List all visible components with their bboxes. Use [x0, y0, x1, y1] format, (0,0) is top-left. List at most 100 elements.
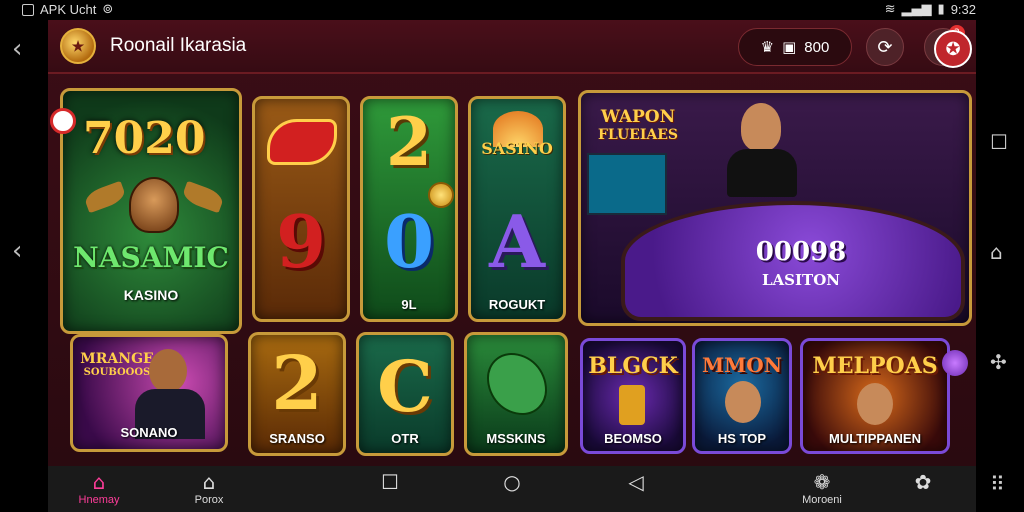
live-title-2: FLUEIAES	[597, 127, 679, 143]
genie-character	[129, 177, 179, 233]
reel-tile-3[interactable]: SASINO A ROGUKT	[468, 96, 566, 322]
home-outline-icon[interactable]: ⌂	[990, 240, 1003, 264]
featured-title: NASAMIC	[73, 241, 229, 274]
nav-promo[interactable]: ❁ Moroeni	[792, 470, 852, 506]
reel1-glyph: 9	[275, 199, 327, 284]
reel2-label: 9L	[401, 297, 417, 312]
leaf-icon	[487, 353, 547, 415]
clock: 9:32	[950, 2, 976, 17]
reel2-glyph: 0	[383, 199, 435, 284]
game-tile-small-4[interactable]: MSSKINS	[464, 332, 568, 456]
purple-chip-decor	[942, 350, 968, 376]
nav-second[interactable]: ⌂ Porox	[184, 470, 234, 506]
cherry-symbol	[267, 119, 337, 165]
game-tile-small-6[interactable]: MMON HS TOP	[692, 338, 792, 454]
app-title: Roonail Ikarasia	[110, 35, 247, 56]
sync-icon: ⊚	[102, 2, 114, 17]
app-logo[interactable]: ★	[60, 28, 96, 64]
signal-icon: ▂▄▆	[901, 2, 932, 17]
back-chevron-icon[interactable]: ‹	[12, 34, 22, 64]
live-table-tile[interactable]: WAPON FLUEIAES 00098 LASITON	[578, 90, 972, 326]
live-sub: LASITON	[762, 271, 840, 289]
coin-icon: ▣	[782, 38, 797, 56]
prev-chevron-icon[interactable]: ‹	[12, 236, 22, 266]
headset-icon: ⟳	[877, 36, 893, 58]
wallet-amount: 800	[804, 38, 830, 56]
recents-square-icon[interactable]: ☐	[990, 130, 1008, 154]
game-tile-small-7[interactable]: MELPOAS MULTIPPANEN	[800, 338, 950, 454]
reel3-logo-text: SASINO	[481, 139, 553, 158]
small4-label: MSSKINS	[486, 431, 546, 446]
wall-screen	[587, 153, 667, 215]
dealer-body	[727, 149, 797, 197]
game-tile-small-1[interactable]: MRANGE SOUBOOOS SONANO	[70, 334, 228, 452]
battery-icon: ▮	[937, 2, 945, 17]
home-icon: ⌂	[92, 470, 106, 494]
small2-glyph: 2	[271, 341, 323, 427]
gold-coin-decor	[428, 182, 454, 208]
right-wing	[180, 180, 226, 214]
wifi-icon: ≋	[884, 2, 896, 17]
flower-icon: ✿	[914, 470, 932, 494]
featured-number: 7020	[83, 113, 206, 164]
reel3-label: ROGUKT	[488, 297, 546, 312]
featured-sub: KASINO	[123, 287, 179, 303]
game-tile-small-5[interactable]: BLGCK BEOMSO	[580, 338, 686, 454]
nav-extra[interactable]: ✿	[908, 470, 938, 494]
nav-recents[interactable]: ☐	[378, 470, 402, 494]
small5-label: BEOMSO	[604, 431, 662, 446]
small6-title: MMON	[702, 353, 782, 377]
live-amount: 00098	[755, 237, 847, 267]
small1-label: SONANO	[120, 425, 178, 440]
small3-label: OTR	[391, 431, 419, 446]
reel2-top-glyph: 2	[386, 103, 432, 181]
grid-dots-icon[interactable]: ⠿	[990, 472, 1005, 496]
status-app-name: APK Ucht	[40, 2, 97, 17]
nav-home[interactable]: ⌂ Hnemay	[72, 470, 126, 506]
nav-home-label: Hnemay	[78, 494, 120, 506]
small1-title-1: MRANGE	[80, 351, 154, 367]
game-tile-small-2[interactable]: 2 SRANSO	[248, 332, 346, 456]
circle-icon: ○	[503, 470, 521, 494]
reel-tile-1[interactable]: 9	[252, 96, 350, 322]
support-button[interactable]: ⟳	[866, 28, 904, 66]
nav-home-circle[interactable]: ○	[500, 470, 524, 494]
favorite-star-button[interactable]: ✪	[934, 30, 972, 68]
small6-label: HS TOP	[717, 431, 767, 446]
casino-app: ★ Roonail Ikarasia ♛ ▣ 800 ⟳ ☰ 2 7020 NA…	[48, 20, 976, 466]
left-wing	[82, 180, 128, 214]
character-head	[149, 349, 187, 393]
left-strip: ‹ ‹	[0, 20, 48, 512]
status-bar: APK Ucht ⊚ ≋ ▂▄▆ ▮ 9:32	[0, 0, 1024, 20]
square-icon: ☐	[381, 470, 399, 494]
live-title-1: WAPON	[600, 107, 676, 127]
wallet-balance[interactable]: ♛ ▣ 800	[738, 28, 852, 66]
star-icon: ✪	[945, 38, 961, 60]
game-tile-featured[interactable]: 7020 NASAMIC KASINO	[60, 88, 242, 334]
reel3-glyph: A	[489, 199, 545, 284]
nav-promo-label: Moroeni	[802, 494, 842, 506]
system-nav-right: ☐ ⌂ ✣ ⠿	[976, 20, 1024, 512]
small2-label: SRANSO	[269, 431, 325, 446]
back-triangle-icon: ◁	[628, 470, 644, 494]
player-portrait	[725, 381, 761, 423]
small7-label: MULTIPPANEN	[829, 431, 921, 446]
gift-icon: ❁	[813, 470, 831, 494]
gallery-icon	[22, 3, 34, 16]
house-icon: ⌂	[202, 470, 216, 494]
dealer-head	[741, 103, 781, 151]
small1-title-2: SOUBOOOS	[83, 367, 151, 378]
app-header: ★ Roonail Ikarasia ♛ ▣ 800 ⟳ ☰ 2	[48, 20, 976, 74]
player-portrait-2	[857, 383, 893, 425]
trophy-icon	[619, 385, 645, 425]
game-tile-small-3[interactable]: C OTR	[356, 332, 454, 456]
bottom-nav: ⌂ Hnemay ⌂ Porox ☐ ○ ◁ ❁ Moroeni ✿	[48, 466, 976, 512]
small5-title: BLGCK	[588, 353, 678, 379]
nav-second-label: Porox	[194, 494, 224, 506]
nav-back[interactable]: ◁	[624, 470, 648, 494]
reel-tile-2[interactable]: 2 0 9L	[360, 96, 458, 322]
small7-title: MELPOAS	[812, 353, 938, 379]
chip-decor	[50, 108, 76, 134]
puzzle-icon[interactable]: ✣	[990, 350, 1007, 374]
crown-icon: ♛	[760, 38, 775, 56]
